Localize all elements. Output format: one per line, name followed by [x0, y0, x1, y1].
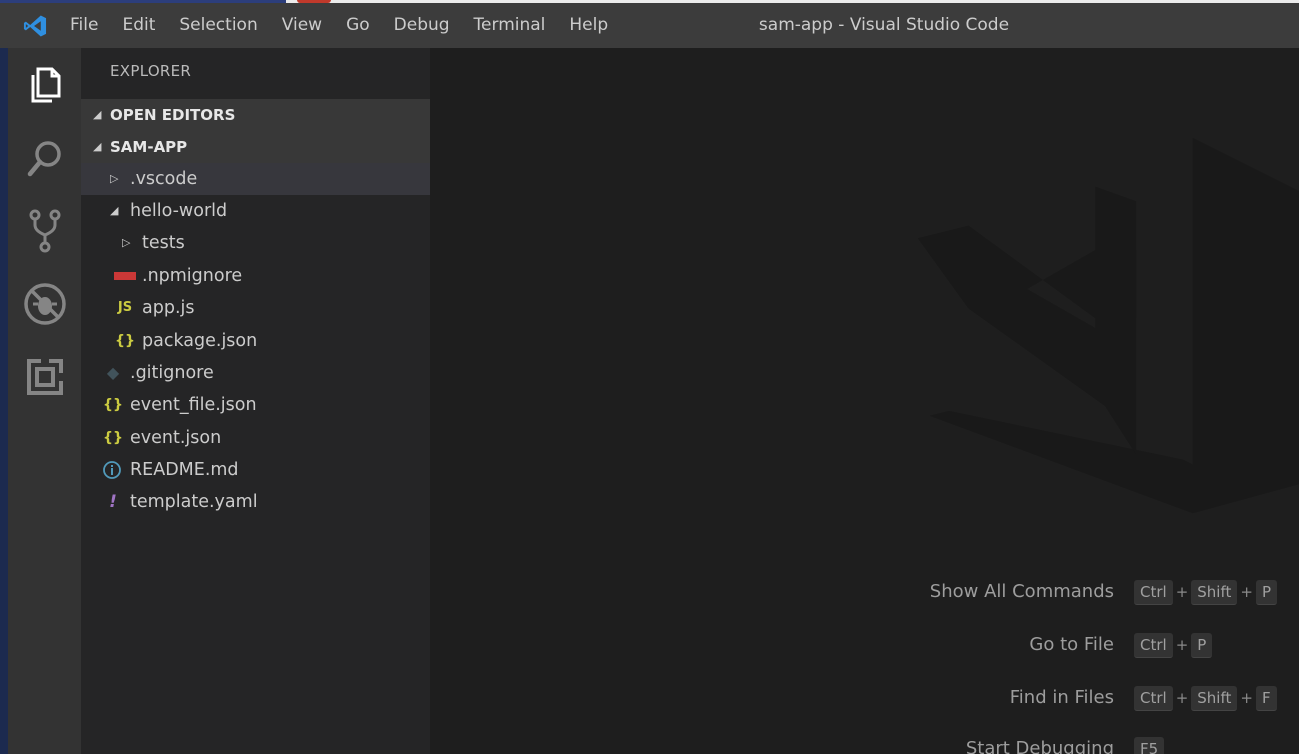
tree-item-package-json[interactable]: {} package.json: [81, 325, 430, 357]
menu-view[interactable]: View: [270, 3, 334, 48]
keybinding: F5: [1134, 736, 1165, 754]
tree-item-label: app.js: [142, 298, 195, 318]
tree-item-label: template.yaml: [130, 492, 258, 512]
key-cap: F: [1255, 685, 1277, 711]
tree-item-event-file-json[interactable]: {} event_file.json: [81, 389, 430, 421]
menu-terminal[interactable]: Terminal: [462, 3, 558, 48]
tree-item-app-js[interactable]: JS app.js: [81, 292, 430, 324]
git-icon: ◆: [106, 363, 120, 382]
tree-item-label: .npmignore: [142, 266, 243, 286]
keybinding: Ctrl + Shift + P: [1134, 579, 1278, 605]
menu-help[interactable]: Help: [557, 3, 620, 48]
tree-item-readme[interactable]: README.md: [81, 454, 430, 486]
shortcut-start-debugging[interactable]: Start Debugging F5: [430, 734, 1299, 754]
keybinding: Ctrl + P: [1134, 632, 1213, 658]
tree-item-tests[interactable]: ▷ tests: [81, 227, 430, 259]
chevron-right-icon: ▷: [110, 172, 119, 185]
explorer-title: EXPLORER: [110, 62, 192, 80]
tree-item-label: .gitignore: [130, 363, 214, 383]
open-editors-label: OPEN EDITORS: [110, 106, 236, 124]
key-cap: Ctrl: [1134, 579, 1173, 605]
info-icon: [103, 461, 121, 479]
key-cap: F5: [1134, 736, 1165, 754]
shortcut-label: Start Debugging: [965, 738, 1114, 754]
tree-item-label: .vscode: [130, 169, 198, 189]
source-control-icon[interactable]: [22, 208, 68, 254]
key-cap: Ctrl: [1134, 685, 1173, 711]
key-cap: P: [1255, 579, 1278, 605]
chevron-down-icon: ◢: [93, 140, 102, 153]
vscode-watermark-icon: [917, 137, 1299, 514]
tree-item-hello-world[interactable]: ◢ hello-world: [81, 195, 430, 227]
json-icon: {}: [115, 333, 135, 349]
key-cap: P: [1191, 632, 1213, 658]
shortcut-label: Show All Commands: [929, 581, 1114, 602]
npm-icon: [114, 272, 136, 280]
tree-item-template-yaml[interactable]: ! template.yaml: [81, 486, 430, 518]
keybinding: Ctrl + Shift + F: [1134, 685, 1277, 711]
json-icon: {}: [103, 397, 123, 413]
tree-item-label: event.json: [130, 428, 222, 448]
menu-go[interactable]: Go: [334, 3, 382, 48]
key-cap: Shift: [1191, 579, 1238, 605]
vscode-logo-icon: [23, 15, 47, 37]
chevron-right-icon: ▷: [122, 236, 131, 249]
activity-bar: [8, 48, 81, 754]
debug-icon[interactable]: [22, 281, 68, 327]
project-label: SAM-APP: [110, 138, 188, 156]
tree-item-label: README.md: [130, 460, 239, 480]
vscode-window: File Edit Selection View Go Debug Termin…: [0, 0, 1299, 754]
editor-area: Show All Commands Ctrl + Shift + P Go to F…: [430, 48, 1299, 754]
js-icon: JS: [117, 300, 133, 315]
key-cap: Ctrl: [1134, 632, 1173, 658]
shortcut-label: Find in Files: [1009, 687, 1114, 708]
desktop-left-edge: [0, 48, 8, 754]
tree-item-gitignore[interactable]: ◆ .gitignore: [81, 357, 430, 389]
shortcut-show-all-commands[interactable]: Show All Commands Ctrl + Shift + P: [430, 577, 1299, 607]
tree-item-npmignore[interactable]: .npmignore: [81, 260, 430, 292]
chevron-down-icon: ◢: [110, 204, 119, 217]
tree-item-label: package.json: [142, 331, 258, 351]
explorer-sidebar: EXPLORER ◢ OPEN EDITORS ◢ SAM-APP ▷ .vsc…: [81, 48, 430, 754]
chevron-down-icon: ◢: [93, 108, 102, 121]
menu-file[interactable]: File: [58, 3, 110, 48]
tree-item-label: tests: [142, 233, 185, 253]
key-cap: Shift: [1191, 685, 1238, 711]
extensions-icon[interactable]: [22, 354, 68, 400]
shortcut-label: Go to File: [1029, 634, 1114, 655]
json-icon: {}: [103, 430, 123, 446]
menu-bar: File Edit Selection View Go Debug Termin…: [58, 3, 620, 48]
shortcut-go-to-file[interactable]: Go to File Ctrl + P: [430, 630, 1299, 660]
tree-item-label: hello-world: [130, 201, 228, 221]
menu-debug[interactable]: Debug: [382, 3, 462, 48]
yaml-icon: !: [109, 492, 117, 512]
search-icon[interactable]: [22, 135, 68, 181]
shortcut-find-in-files[interactable]: Find in Files Ctrl + Shift + F: [430, 683, 1299, 713]
title-bar: File Edit Selection View Go Debug Termin…: [0, 3, 1299, 48]
menu-edit[interactable]: Edit: [110, 3, 167, 48]
project-header[interactable]: ◢ SAM-APP: [81, 131, 430, 163]
open-editors-header[interactable]: ◢ OPEN EDITORS: [81, 99, 430, 131]
tree-item-vscode[interactable]: ▷ .vscode: [81, 163, 430, 195]
tree-item-label: event_file.json: [130, 395, 257, 415]
files-icon[interactable]: [22, 62, 68, 108]
menu-selection[interactable]: Selection: [167, 3, 269, 48]
tree-item-event-json[interactable]: {} event.json: [81, 422, 430, 454]
